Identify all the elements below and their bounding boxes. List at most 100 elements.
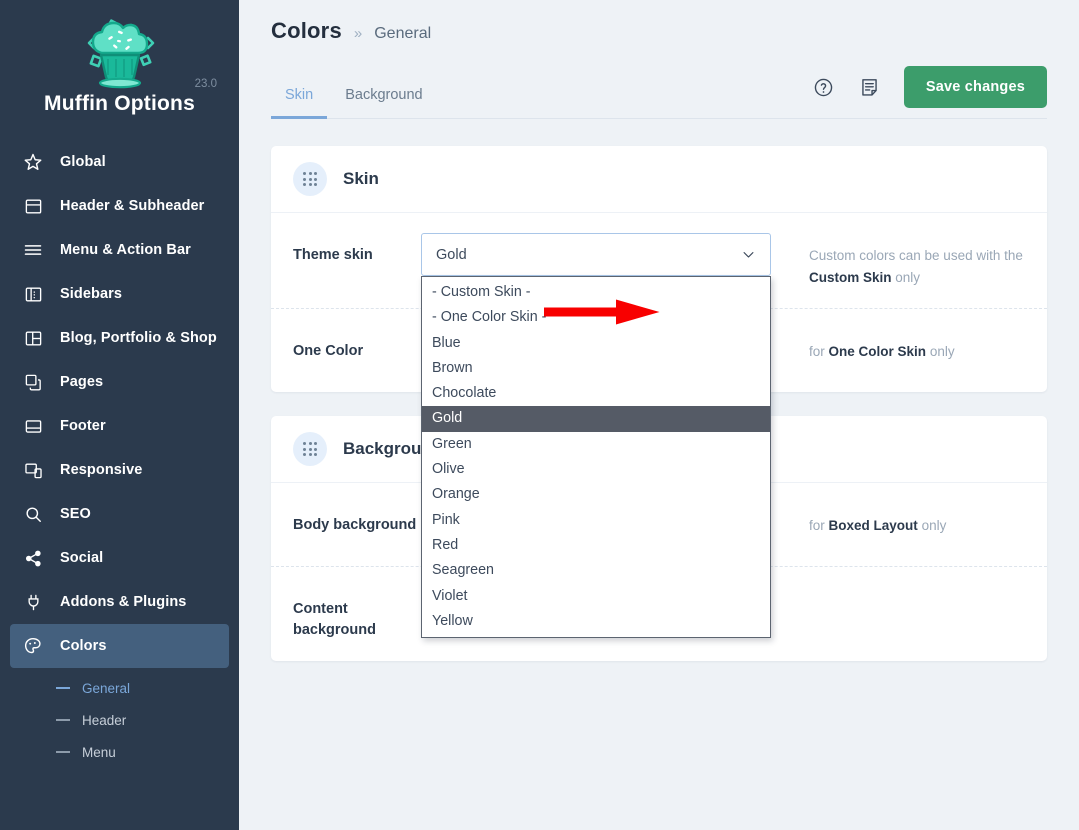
dropdown-option[interactable]: Pink	[422, 508, 770, 533]
brand-block: Muffin Options 23.0	[0, 0, 239, 122]
sidebar-subitem-label: Menu	[82, 744, 116, 760]
sidebar-item-label: Sidebars	[60, 286, 123, 302]
drag-dots-icon	[293, 432, 327, 467]
topbar: Colors » General Skin Background Save ch…	[239, 0, 1079, 119]
header-actions: Save changes	[812, 66, 1047, 118]
theme-skin-field: Gold - Custom Skin - - One Color Skin - …	[421, 233, 771, 639]
sidebar-panel-icon	[22, 283, 44, 305]
help-bold: One Color Skin	[828, 344, 927, 360]
dash-icon	[56, 751, 70, 753]
sidebar-item-menu-action-bar[interactable]: Menu & Action Bar	[10, 228, 229, 272]
dropdown-option[interactable]: - Custom Skin -	[422, 280, 770, 305]
help-prefix: for	[809, 518, 825, 534]
content-background-help	[771, 587, 1025, 599]
sidebar-submenu-colors: General Header Menu	[0, 672, 239, 768]
theme-skin-select[interactable]: Gold	[421, 233, 771, 276]
sidebar-item-responsive[interactable]: Responsive	[10, 448, 229, 492]
grid-layout-icon	[22, 327, 44, 349]
breadcrumb: Colors » General	[271, 18, 1047, 44]
skin-panel-header: Skin	[271, 146, 1047, 213]
sidebar-item-label: Colors	[60, 638, 107, 654]
dropdown-option[interactable]: - One Color Skin -	[422, 305, 770, 330]
chevron-down-icon	[741, 247, 756, 262]
sidebar-item-label: Global	[60, 154, 106, 170]
sidebar-item-label: Footer	[60, 418, 106, 434]
dropdown-option[interactable]: Red	[422, 533, 770, 558]
sidebar-item-label: Pages	[60, 374, 104, 390]
content-area: Skin Theme skin Gold - Custom Skin - - O…	[239, 119, 1079, 662]
brand-version: 23.0	[194, 78, 217, 90]
tab-row: Skin Background Save changes	[271, 66, 1047, 119]
share-icon	[22, 547, 44, 569]
content-background-label: Content background	[293, 601, 376, 639]
help-suffix: only	[921, 518, 947, 534]
dropdown-option[interactable]: Orange	[422, 482, 770, 507]
sidebar-item-label: Blog, Portfolio & Shop	[60, 330, 217, 346]
body-background-label: Body background	[293, 517, 417, 534]
dropdown-option[interactable]: Yellow	[422, 609, 770, 634]
one-color-label: One Color	[293, 343, 364, 360]
sidebar-item-global[interactable]: Global	[10, 140, 229, 184]
sidebar-subitem-label: Header	[82, 712, 127, 728]
footer-layout-icon	[22, 415, 44, 437]
skin-panel: Skin Theme skin Gold - Custom Skin - - O…	[271, 146, 1047, 639]
drag-dots-icon	[293, 162, 327, 196]
brand-title-row: Muffin Options 23.0	[0, 78, 239, 116]
theme-skin-row: Theme skin Gold - Custom Skin - - One Co…	[271, 213, 1047, 639]
sidebar-item-header-subheader[interactable]: Header & Subheader	[10, 184, 229, 228]
dropdown-option-selected[interactable]: Gold	[422, 406, 770, 432]
dropdown-option[interactable]: Violet	[422, 584, 770, 609]
sidebar-subitem-header[interactable]: Header	[0, 704, 239, 736]
main-area: Colors » General Skin Background Save ch…	[239, 0, 1079, 830]
tab-background[interactable]: Background	[331, 79, 436, 119]
sidebar-item-label: Social	[60, 550, 104, 566]
tab-skin[interactable]: Skin	[271, 79, 328, 119]
copy-pages-icon	[22, 371, 44, 393]
theme-skin-help: Custom colors can be used with the Custo…	[771, 233, 1025, 288]
sidebar-item-pages[interactable]: Pages	[10, 360, 229, 404]
dash-icon	[56, 719, 70, 721]
tabs: Skin Background	[271, 79, 437, 119]
document-note-icon[interactable]	[858, 75, 882, 99]
sidebar-item-seo[interactable]: SEO	[10, 492, 229, 536]
sidebar-menu: Global Header & Subheader Menu & Action …	[0, 140, 239, 830]
sidebar-item-label: SEO	[60, 506, 91, 522]
brand-title: Muffin Options	[44, 92, 195, 115]
dropdown-option[interactable]: Blue	[422, 331, 770, 356]
sidebar-item-blog-portfolio-shop[interactable]: Blog, Portfolio & Shop	[10, 316, 229, 360]
cupcake-code-logo-icon	[65, 14, 175, 92]
dropdown-option[interactable]: Chocolate	[422, 381, 770, 406]
sidebar-item-sidebars[interactable]: Sidebars	[10, 272, 229, 316]
sidebar-item-label: Addons & Plugins	[60, 594, 187, 610]
sidebar-subitem-menu[interactable]: Menu	[0, 736, 239, 768]
help-suffix: only	[895, 269, 921, 285]
sidebar-item-footer[interactable]: Footer	[10, 404, 229, 448]
palette-icon	[22, 635, 44, 657]
sidebar-item-label: Responsive	[60, 462, 143, 478]
question-circle-icon[interactable]	[812, 75, 836, 99]
dash-icon	[56, 687, 70, 689]
theme-skin-dropdown[interactable]: - Custom Skin - - One Color Skin - Blue …	[421, 276, 771, 639]
star-icon	[22, 151, 44, 173]
breadcrumb-current: General	[374, 25, 432, 42]
help-bold: Boxed Layout	[828, 518, 918, 534]
dropdown-option[interactable]: Seagreen	[422, 558, 770, 583]
sidebar-item-social[interactable]: Social	[10, 536, 229, 580]
search-icon	[22, 503, 44, 525]
plug-icon	[22, 591, 44, 613]
skin-panel-title: Skin	[343, 169, 379, 188]
dropdown-option[interactable]: Brown	[422, 356, 770, 381]
save-changes-button[interactable]: Save changes	[903, 66, 1047, 108]
sidebar-subitem-general[interactable]: General	[0, 672, 239, 704]
app-root: Muffin Options 23.0 Global Header & Subh…	[0, 0, 1079, 830]
dropdown-option[interactable]: Green	[422, 432, 770, 457]
hamburger-lines-icon	[22, 239, 44, 261]
dropdown-option[interactable]: Olive	[422, 457, 770, 482]
theme-skin-selected-value: Gold	[436, 246, 467, 263]
sidebar-item-label: Header & Subheader	[60, 198, 205, 214]
devices-icon	[22, 459, 44, 481]
sidebar-item-colors[interactable]: Colors	[10, 624, 229, 668]
help-prefix: Custom colors can be used with the	[809, 248, 1023, 263]
sidebar-item-addons-plugins[interactable]: Addons & Plugins	[10, 580, 229, 624]
help-suffix: only	[929, 344, 955, 360]
